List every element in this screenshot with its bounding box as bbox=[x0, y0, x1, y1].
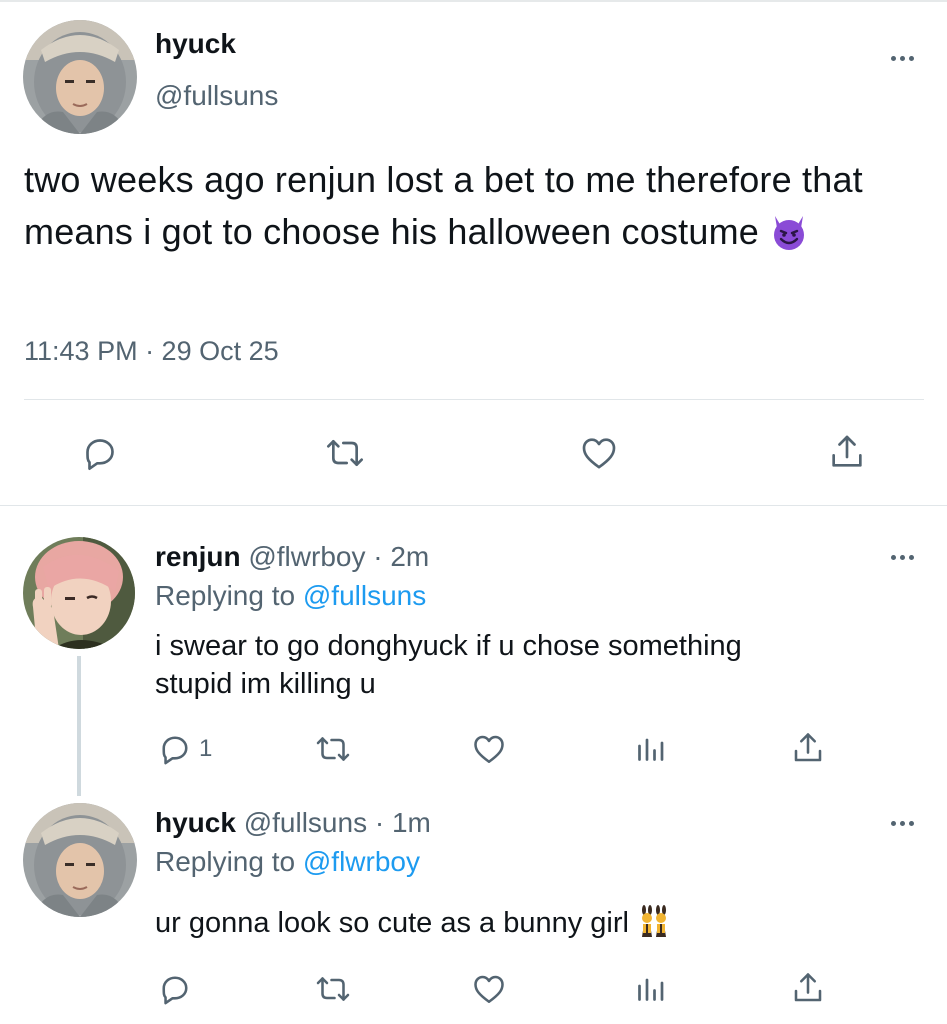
reply-display-name[interactable]: renjun bbox=[155, 541, 241, 572]
replying-to-prefix: Replying to bbox=[155, 846, 303, 877]
reply-header: hyuck @fullsuns · 1m bbox=[155, 807, 431, 839]
divider bbox=[24, 399, 924, 400]
retweet-icon[interactable] bbox=[313, 971, 353, 1007]
more-icon[interactable] bbox=[882, 817, 922, 829]
retweet-icon[interactable] bbox=[313, 731, 353, 767]
reply-text-line: i swear to go donghyuck if u chose somet… bbox=[155, 630, 742, 662]
reply-text: ur gonna look so cute as a bunny girl bbox=[155, 904, 915, 943]
tweet-text: two weeks ago renjun lost a bet to me th… bbox=[24, 154, 924, 260]
share-icon[interactable] bbox=[790, 729, 826, 767]
author-handle[interactable]: @fullsuns bbox=[155, 80, 278, 112]
top-divider bbox=[0, 0, 947, 2]
reply-text-line: ur gonna look so cute as a bunny girl bbox=[155, 907, 629, 939]
tweet-text-content: two weeks ago renjun lost a bet to me th… bbox=[24, 159, 863, 252]
share-icon[interactable] bbox=[790, 969, 826, 1007]
reply-meta[interactable]: @flwrboy · 2m bbox=[248, 541, 429, 572]
women-with-bunny-ears-icon bbox=[637, 905, 671, 943]
reply-icon[interactable] bbox=[80, 433, 120, 473]
reply-meta[interactable]: @fullsuns · 1m bbox=[244, 807, 431, 838]
reply-display-name[interactable]: hyuck bbox=[155, 807, 236, 838]
section-divider bbox=[0, 505, 947, 506]
reply-text: i swear to go donghyuck if u chose somet… bbox=[155, 627, 915, 703]
hyuck-avatar[interactable] bbox=[23, 20, 137, 134]
like-icon[interactable] bbox=[470, 731, 508, 767]
reply-icon[interactable] bbox=[157, 971, 193, 1007]
like-icon[interactable] bbox=[578, 433, 620, 473]
replying-to-prefix: Replying to bbox=[155, 580, 303, 611]
retweet-icon[interactable] bbox=[323, 433, 367, 473]
more-icon[interactable] bbox=[882, 551, 922, 563]
reply-count: 1 bbox=[199, 735, 213, 762]
mention-link[interactable]: @fullsuns bbox=[303, 580, 426, 611]
replying-to: Replying to @flwrboy bbox=[155, 846, 420, 878]
reply-header: renjun @flwrboy · 2m bbox=[155, 541, 429, 573]
thread-connector bbox=[77, 656, 81, 796]
like-icon[interactable] bbox=[470, 971, 508, 1007]
share-icon[interactable] bbox=[827, 431, 867, 473]
tweet-timestamp[interactable]: 11:43 PM · 29 Oct 25 bbox=[24, 336, 279, 367]
mention-link[interactable]: @flwrboy bbox=[303, 846, 420, 877]
renjun-avatar[interactable] bbox=[23, 537, 135, 649]
reply-text-line: stupid im killing u bbox=[155, 668, 376, 700]
more-icon[interactable] bbox=[882, 52, 922, 64]
analytics-icon[interactable] bbox=[632, 731, 668, 767]
hyuck-avatar[interactable] bbox=[23, 803, 137, 917]
reply-icon[interactable] bbox=[157, 731, 193, 767]
smiling-face-with-horns-icon bbox=[769, 208, 809, 260]
replying-to: Replying to @fullsuns bbox=[155, 580, 426, 612]
author-display-name[interactable]: hyuck bbox=[155, 28, 236, 60]
analytics-icon[interactable] bbox=[632, 971, 668, 1007]
